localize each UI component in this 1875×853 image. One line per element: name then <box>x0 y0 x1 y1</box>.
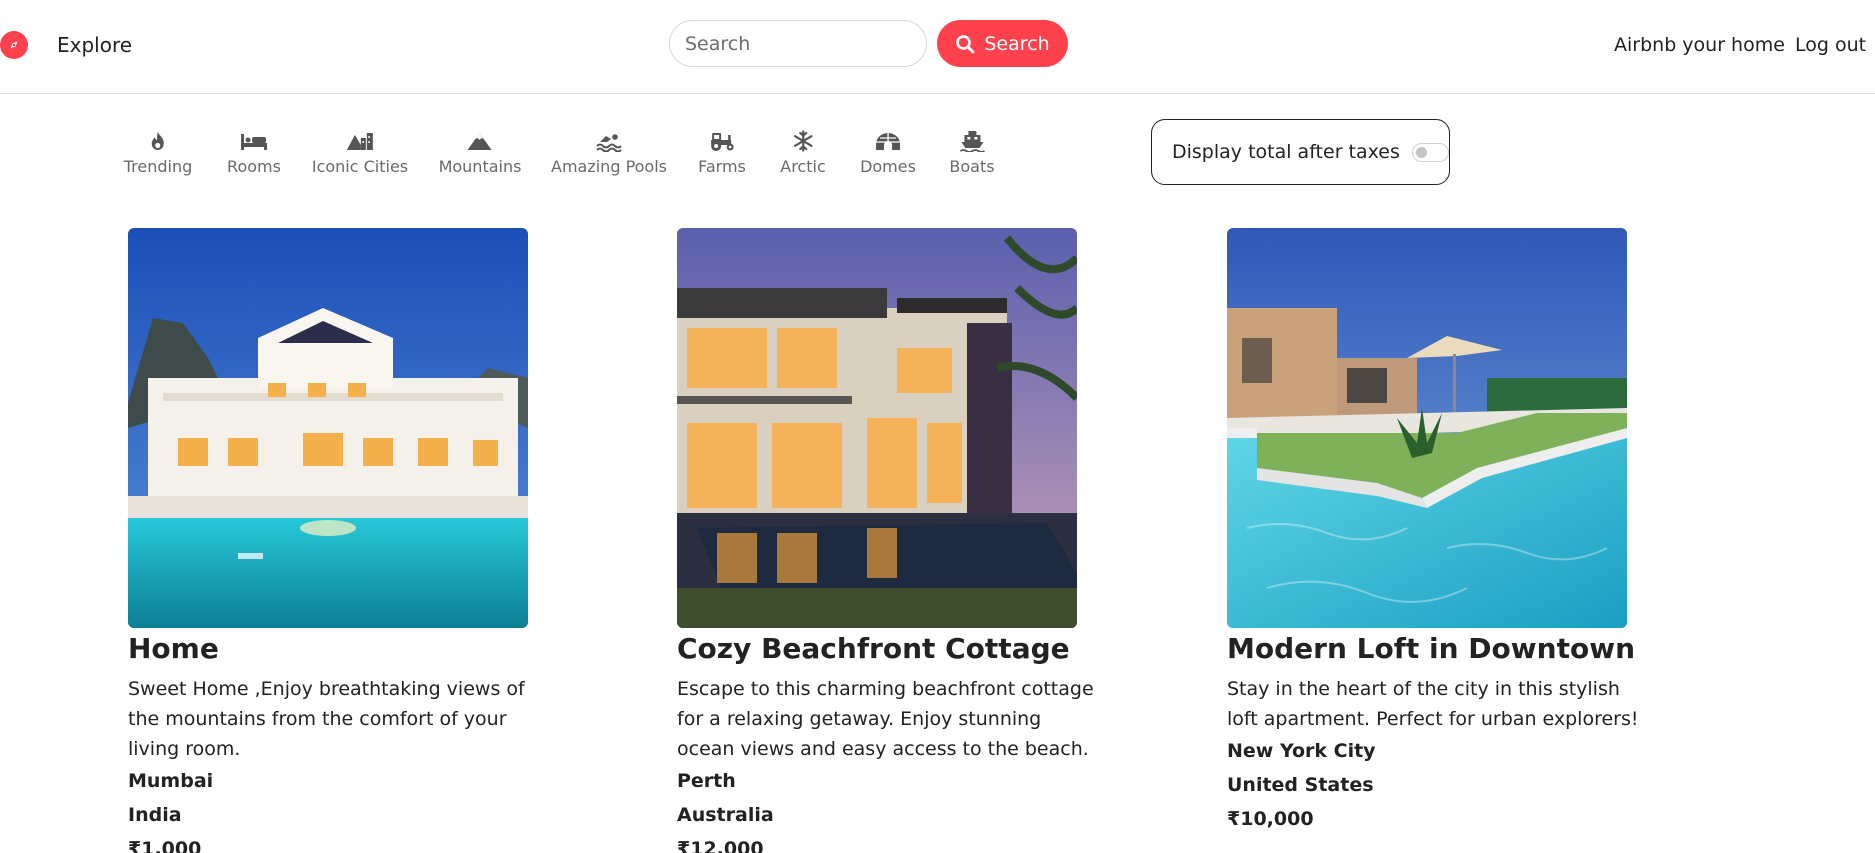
filter-mountains[interactable]: Mountains <box>438 130 522 178</box>
igloo-icon <box>860 130 916 154</box>
listing-description: Sweet Home ,Enjoy breathtaking views of … <box>128 678 525 760</box>
tractor-icon <box>698 130 746 154</box>
listing-description: Stay in the heart of the city in this st… <box>1227 678 1639 730</box>
search-icon <box>955 34 975 54</box>
filter-label: Trending <box>123 157 193 176</box>
filter-label: Boats <box>949 157 995 176</box>
person-swimming-icon <box>551 130 667 154</box>
listing-price: ₹10,000 <box>1227 808 1314 830</box>
listing-title: Modern Loft in Downtown <box>1227 632 1635 665</box>
filter-domes[interactable]: Domes <box>860 130 916 178</box>
listing-image[interactable] <box>1227 228 1627 628</box>
tax-toggle-switch[interactable] <box>1411 142 1449 162</box>
compass-logo-icon[interactable] <box>0 31 28 59</box>
mountain-city-icon <box>312 130 408 154</box>
tax-toggle-label: Display total after taxes <box>1172 141 1400 163</box>
filter-boats[interactable]: Boats <box>949 130 995 178</box>
listing-image[interactable] <box>128 228 528 628</box>
flame-icon <box>124 130 193 154</box>
navbar: Explore Search Airbnb your home Log out <box>0 0 1875 94</box>
filter-amazing-pools[interactable]: Amazing Pools <box>551 130 667 178</box>
filter-label: Rooms <box>227 157 281 176</box>
listing-city: Perth <box>677 770 736 792</box>
filter-label: Arctic <box>780 157 826 176</box>
filter-arctic[interactable]: Arctic <box>780 130 826 178</box>
airbnb-your-home-link[interactable]: Airbnb your home <box>1614 31 1785 59</box>
bed-icon <box>227 130 281 154</box>
listing-title: Home <box>128 632 219 665</box>
search-input[interactable] <box>669 20 927 67</box>
logout-link[interactable]: Log out <box>1795 31 1866 59</box>
filter-trending[interactable]: Trending <box>123 130 193 178</box>
switch-knob <box>1415 146 1427 158</box>
listing-city: Mumbai <box>128 770 214 792</box>
listing-city: New York City <box>1227 740 1376 762</box>
snowflake-icon <box>780 130 825 154</box>
listing-title: Cozy Beachfront Cottage <box>677 632 1070 665</box>
filter-rooms[interactable]: Rooms <box>227 130 281 178</box>
ship-icon <box>949 130 994 154</box>
search-button[interactable]: Search <box>937 20 1068 67</box>
mountain-icon <box>439 130 522 154</box>
filter-label: Mountains <box>438 157 522 176</box>
nav-explore-link[interactable]: Explore <box>57 31 132 59</box>
filter-label: Iconic Cities <box>311 157 409 176</box>
listing-card[interactable]: Home Sweet Home ,Enjoy breathtaking view… <box>128 228 528 853</box>
filter-label: Farms <box>698 157 746 176</box>
listing-country: India <box>128 804 182 826</box>
listing-card[interactable]: Cozy Beachfront Cottage Escape to this c… <box>677 228 1094 853</box>
listing-country: United States <box>1227 774 1374 796</box>
filter-farms[interactable]: Farms <box>698 130 746 178</box>
filter-label: Domes <box>860 157 916 176</box>
listing-card[interactable]: Modern Loft in Downtown Stay in the hear… <box>1227 228 1639 836</box>
filter-label: Amazing Pools <box>551 157 667 176</box>
filter-iconic-cities[interactable]: Iconic Cities <box>312 130 408 178</box>
listing-country: Australia <box>677 804 774 826</box>
listing-image[interactable] <box>677 228 1077 628</box>
listing-price: ₹12,000 <box>677 838 764 853</box>
listing-description: Escape to this charming beachfront cotta… <box>677 678 1094 760</box>
tax-toggle-box: Display total after taxes <box>1151 119 1450 185</box>
listing-price: ₹1,000 <box>128 838 202 853</box>
search-button-label: Search <box>984 32 1050 55</box>
